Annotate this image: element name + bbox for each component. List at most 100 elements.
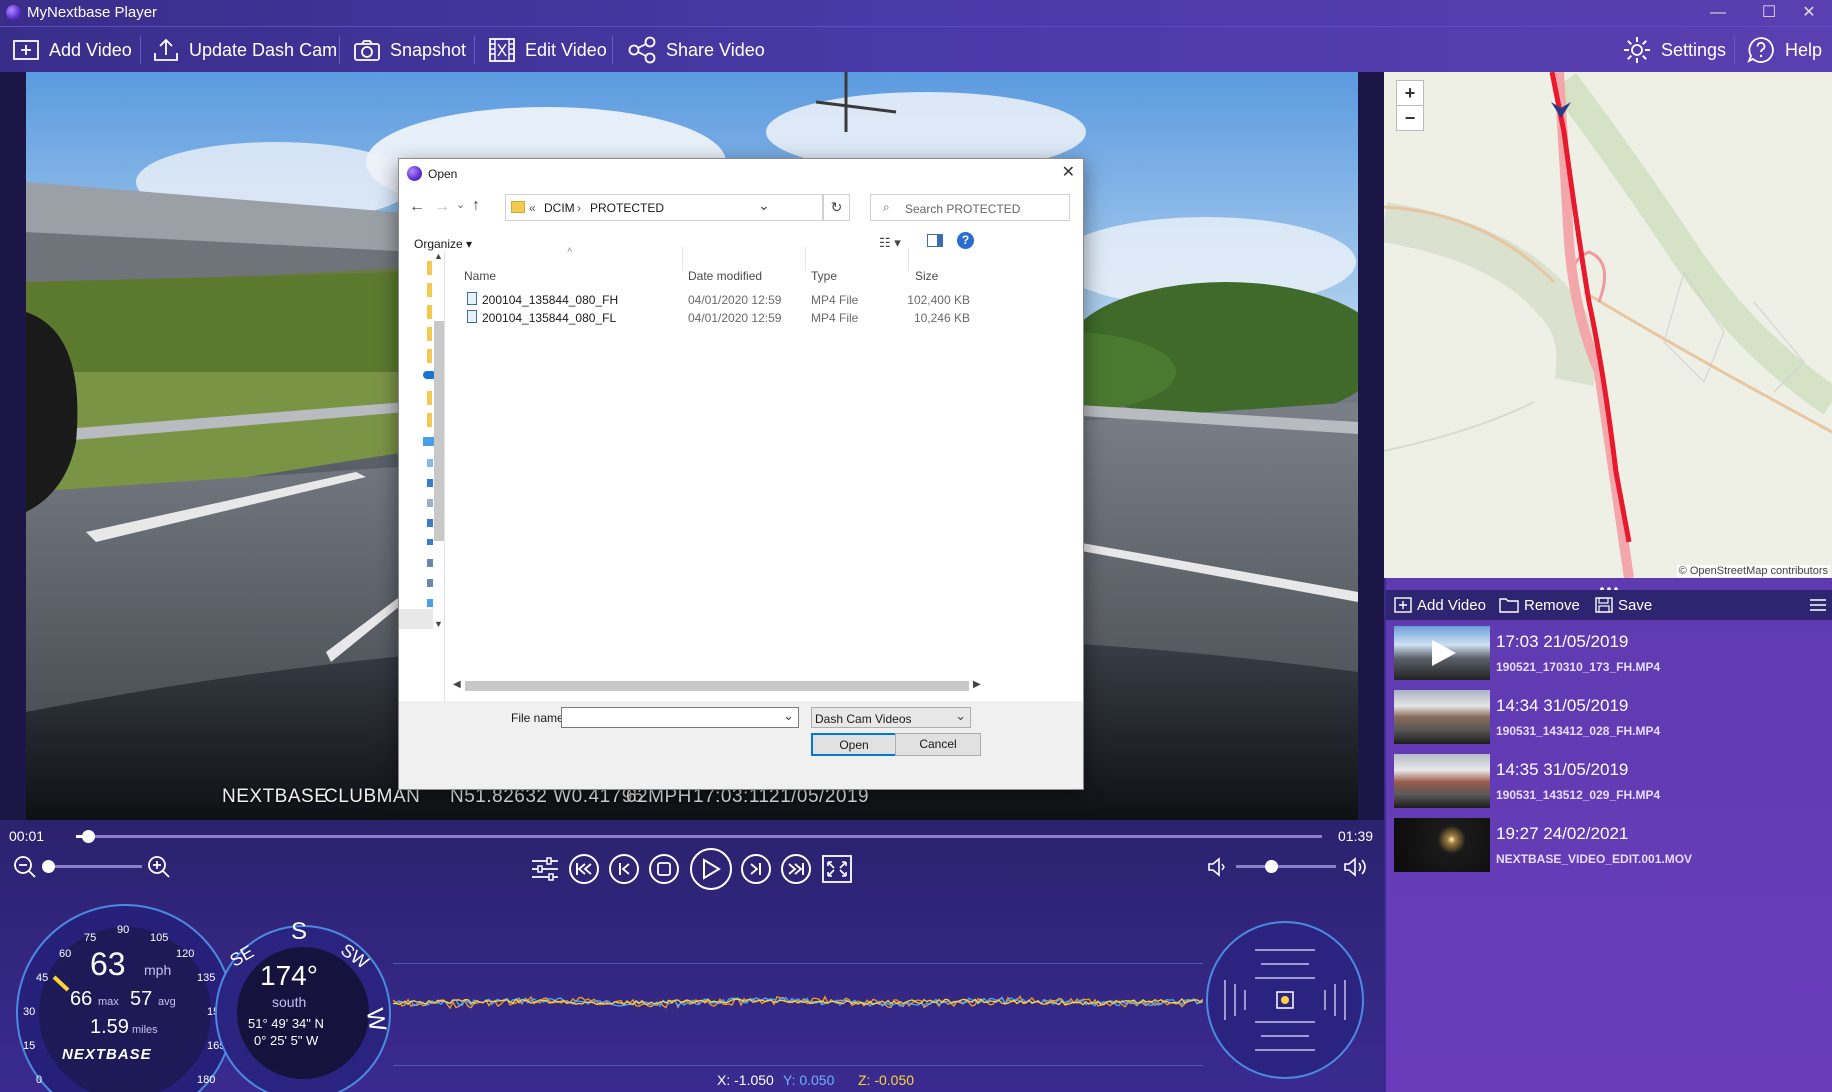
- zoom-out-icon[interactable]: [12, 854, 38, 885]
- fullscreen-icon[interactable]: [822, 855, 852, 888]
- zoom-in-icon[interactable]: [146, 854, 172, 885]
- play-button[interactable]: [690, 848, 732, 890]
- next-frame-button[interactable]: [741, 854, 771, 884]
- upload-icon: [154, 38, 178, 61]
- dialog-close-button[interactable]: ✕: [1062, 162, 1075, 182]
- film-edit-icon: [489, 38, 515, 62]
- skip-forward-button[interactable]: [781, 854, 811, 884]
- preview-pane-icon[interactable]: [927, 234, 943, 247]
- edit-video-button[interactable]: Edit Video: [488, 27, 607, 73]
- nav-drive-icon: [427, 599, 433, 607]
- recent-locations-chevron-icon[interactable]: ⌄: [456, 198, 465, 211]
- file-size: 10,246 KB: [913, 311, 970, 325]
- share-video-label: Share Video: [666, 39, 765, 60]
- map-zoom-out-button[interactable]: −: [1396, 105, 1424, 131]
- nav-drive-icon: [427, 519, 433, 527]
- view-options-icon[interactable]: ☷ ▾: [879, 235, 901, 251]
- file-row[interactable]: 200104_135844_080_FL 04/01/2020 12:59 MP…: [463, 309, 977, 327]
- playlist-save-button[interactable]: Save: [1595, 590, 1652, 620]
- help-button[interactable]: Help: [1746, 27, 1822, 73]
- organize-label: Organize: [414, 237, 463, 251]
- add-video-button[interactable]: Add Video: [12, 27, 132, 73]
- file-row[interactable]: 200104_135844_080_FH 04/01/2020 12:59 MP…: [463, 291, 977, 309]
- duration: 01:39: [1338, 828, 1374, 844]
- mute-icon[interactable]: [1206, 856, 1228, 883]
- address-dropdown-icon[interactable]: ⌄: [758, 197, 770, 214]
- gsensor-waveform: [393, 995, 1203, 1010]
- help-icon[interactable]: ?: [957, 232, 974, 249]
- scroll-left-icon[interactable]: ◀: [453, 679, 461, 690]
- adjust-settings-icon[interactable]: [530, 856, 560, 887]
- zoom-slider[interactable]: [42, 860, 142, 873]
- add-video-icon: [13, 40, 39, 60]
- skip-back-button[interactable]: [569, 854, 599, 884]
- update-dash-cam-button[interactable]: Update Dash Cam: [152, 27, 337, 73]
- zoom-slider-handle[interactable]: [42, 860, 55, 873]
- nav-drive-icon: [427, 479, 433, 487]
- avg-speed: 57: [130, 988, 153, 1010]
- current-speed: 63: [90, 946, 126, 982]
- previous-frame-icon: [619, 863, 630, 875]
- volume-icon[interactable]: [1342, 856, 1370, 883]
- file-name-input[interactable]: ⌄: [561, 707, 799, 728]
- speed-tick: 60: [59, 948, 72, 960]
- column-header-size[interactable]: Size: [915, 269, 938, 283]
- nav-folder-icon: [427, 261, 432, 275]
- nav-scrollbar-thumb[interactable]: [434, 321, 444, 541]
- back-arrow-icon[interactable]: ←: [409, 198, 425, 216]
- breadcrumb-dcim[interactable]: DCIM: [544, 201, 575, 215]
- column-header-date[interactable]: Date modified: [688, 269, 762, 283]
- playlist-item[interactable]: 14:35 31/05/2019 190531_143512_029_FH.MP…: [1390, 752, 1830, 810]
- navigation-pane[interactable]: ▲ ▼: [399, 251, 445, 701]
- close-window-button[interactable]: ✕: [1786, 0, 1832, 26]
- column-header-type[interactable]: Type: [811, 269, 837, 283]
- breadcrumb-protected[interactable]: PROTECTED: [590, 201, 664, 215]
- volume-slider-handle[interactable]: [1265, 860, 1278, 873]
- nav-scrollbar-down-icon[interactable]: ▼: [434, 619, 443, 629]
- cancel-button[interactable]: Cancel: [895, 733, 981, 756]
- playlist-item[interactable]: 17:03 21/05/2019 190521_170310_173_FH.MP…: [1390, 624, 1830, 682]
- playlist-item-file: NEXTBASE_VIDEO_EDIT.001.MOV: [1496, 852, 1693, 866]
- nav-scrollbar-up-icon[interactable]: ▲: [434, 251, 443, 261]
- organize-menu[interactable]: Organize ▾: [414, 237, 472, 251]
- playlist-item-time: 17:03 21/05/2019: [1496, 632, 1629, 651]
- file-name-dropdown-icon[interactable]: ⌄: [783, 708, 794, 724]
- play-icon: [1432, 640, 1456, 666]
- minimize-button[interactable]: —: [1695, 0, 1741, 26]
- horizontal-scrollbar-thumb[interactable]: [465, 681, 969, 691]
- map-zoom-in-button[interactable]: +: [1396, 80, 1424, 106]
- share-video-button[interactable]: Share Video: [627, 27, 765, 73]
- route-map[interactable]: + − © OpenStreetMap contributors: [1384, 72, 1832, 578]
- search-input[interactable]: ⌕ Search PROTECTED: [870, 194, 1070, 221]
- dialog-footer: File name: ⌄ Dash Cam Videos ⌄ Open Canc…: [399, 701, 1083, 789]
- stop-button[interactable]: [649, 854, 679, 884]
- open-button[interactable]: Open: [811, 733, 897, 756]
- playlist-item-time: 14:35 31/05/2019: [1496, 760, 1629, 779]
- volume-slider[interactable]: [1236, 860, 1336, 873]
- splitter-handle[interactable]: [1598, 579, 1620, 591]
- playlist-remove-button[interactable]: Remove: [1499, 590, 1580, 620]
- up-arrow-icon[interactable]: ↑: [472, 197, 480, 215]
- playlist-menu-icon[interactable]: [1810, 598, 1826, 612]
- file-type-filter[interactable]: Dash Cam Videos ⌄: [811, 707, 971, 728]
- snapshot-button[interactable]: Snapshot: [353, 27, 466, 73]
- next-frame-icon: [750, 863, 761, 875]
- file-name: 200104_135844_080_FH: [482, 293, 619, 307]
- max-speed: 66: [70, 988, 93, 1010]
- seek-bar[interactable]: [76, 830, 1322, 843]
- forward-arrow-icon[interactable]: →: [434, 198, 450, 216]
- refresh-button[interactable]: ↻: [823, 194, 850, 221]
- previous-frame-button[interactable]: [609, 854, 639, 884]
- scroll-right-icon[interactable]: ▶: [973, 679, 981, 690]
- snapshot-label: Snapshot: [390, 39, 467, 60]
- settings-button[interactable]: Settings: [1622, 27, 1726, 73]
- speed-tick: 180: [197, 1074, 216, 1086]
- address-bar[interactable]: « DCIM › PROTECTED ⌄: [505, 194, 823, 221]
- column-header-name[interactable]: Name: [464, 269, 496, 283]
- nav-folder-icon: [427, 349, 432, 363]
- playlist-item[interactable]: 19:27 24/02/2021 NEXTBASE_VIDEO_EDIT.001…: [1390, 816, 1830, 874]
- seek-handle[interactable]: [82, 830, 96, 843]
- playlist-item[interactable]: 14:34 31/05/2019 190531_143412_028_FH.MP…: [1390, 688, 1830, 746]
- playlist-add-video-button[interactable]: Add Video: [1394, 590, 1486, 620]
- title-bar: MyNextbase Player — ☐ ✕: [0, 0, 1832, 26]
